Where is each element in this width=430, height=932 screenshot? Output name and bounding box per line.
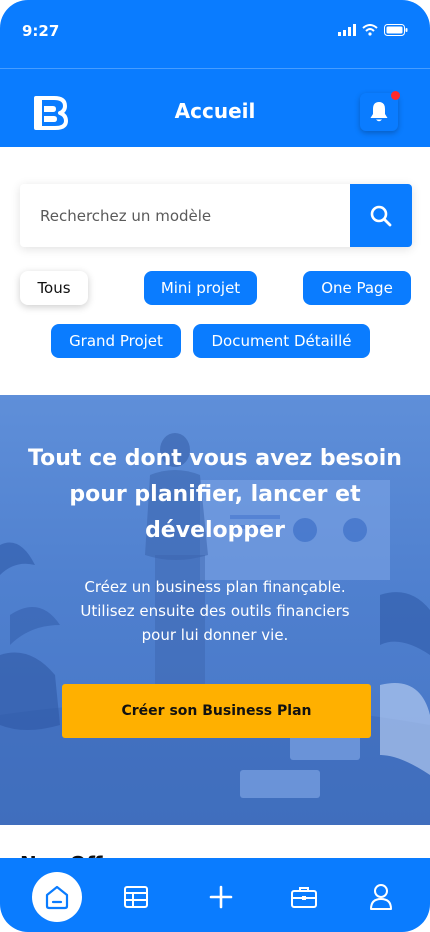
nav-add-button[interactable] <box>196 872 246 922</box>
app-screen: 9:27 Accueil Recherchez un modèle Tous M… <box>0 0 430 932</box>
search-bar <box>20 184 412 247</box>
signal-icon <box>338 24 356 36</box>
notifications-button[interactable] <box>360 91 400 131</box>
filter-chip-tous[interactable]: Tous <box>20 271 88 305</box>
briefcase-icon <box>291 887 317 908</box>
hero-title: Tout ce dont vous avez besoin pour plani… <box>20 441 410 549</box>
user-icon <box>370 884 392 910</box>
nav-home-button[interactable] <box>32 872 82 922</box>
create-business-plan-button[interactable]: Créer son Business Plan <box>62 684 371 738</box>
filter-chip-one-page[interactable]: One Page <box>303 271 411 305</box>
filter-chip-grand-projet[interactable]: Grand Projet <box>51 324 181 358</box>
nav-portfolio-button[interactable] <box>279 872 329 922</box>
plus-icon <box>209 885 233 909</box>
bottom-navigation <box>0 858 430 932</box>
search-button[interactable] <box>350 184 412 247</box>
hero-title-line-3: développer <box>145 518 285 543</box>
status-icons <box>338 24 408 36</box>
filter-chip-document-detaille[interactable]: Document Détaillé <box>193 324 370 358</box>
nav-profile-button[interactable] <box>356 872 406 922</box>
search-icon <box>370 205 392 226</box>
hero-subtitle-line-2: Utilisez ensuite des outils financiers <box>80 602 350 620</box>
hero-subtitle-line-1: Créez un business plan finançable. <box>84 578 346 596</box>
notification-badge <box>391 91 400 100</box>
nav-templates-button[interactable] <box>111 872 161 922</box>
hero-title-line-1: Tout ce dont vous avez besoin <box>28 446 402 471</box>
search-input[interactable] <box>20 184 350 247</box>
home-icon <box>45 885 69 910</box>
hero-title-line-2: pour planifier, lancer et <box>69 482 361 507</box>
status-time: 9:27 <box>22 22 60 40</box>
bell-icon <box>370 102 388 122</box>
filter-chip-mini-projet[interactable]: Mini projet <box>144 271 257 305</box>
hero-subtitle-line-3: pour lui donner vie. <box>141 626 289 644</box>
wifi-icon <box>362 24 378 36</box>
status-bar: 9:27 <box>0 0 430 68</box>
table-icon <box>124 886 148 908</box>
battery-icon <box>384 24 408 36</box>
hero-subtitle: Créez un business plan finançable. Utili… <box>40 575 390 647</box>
hero-banner: Tout ce dont vous avez besoin pour plani… <box>0 395 430 825</box>
app-header: Accueil <box>0 68 430 147</box>
